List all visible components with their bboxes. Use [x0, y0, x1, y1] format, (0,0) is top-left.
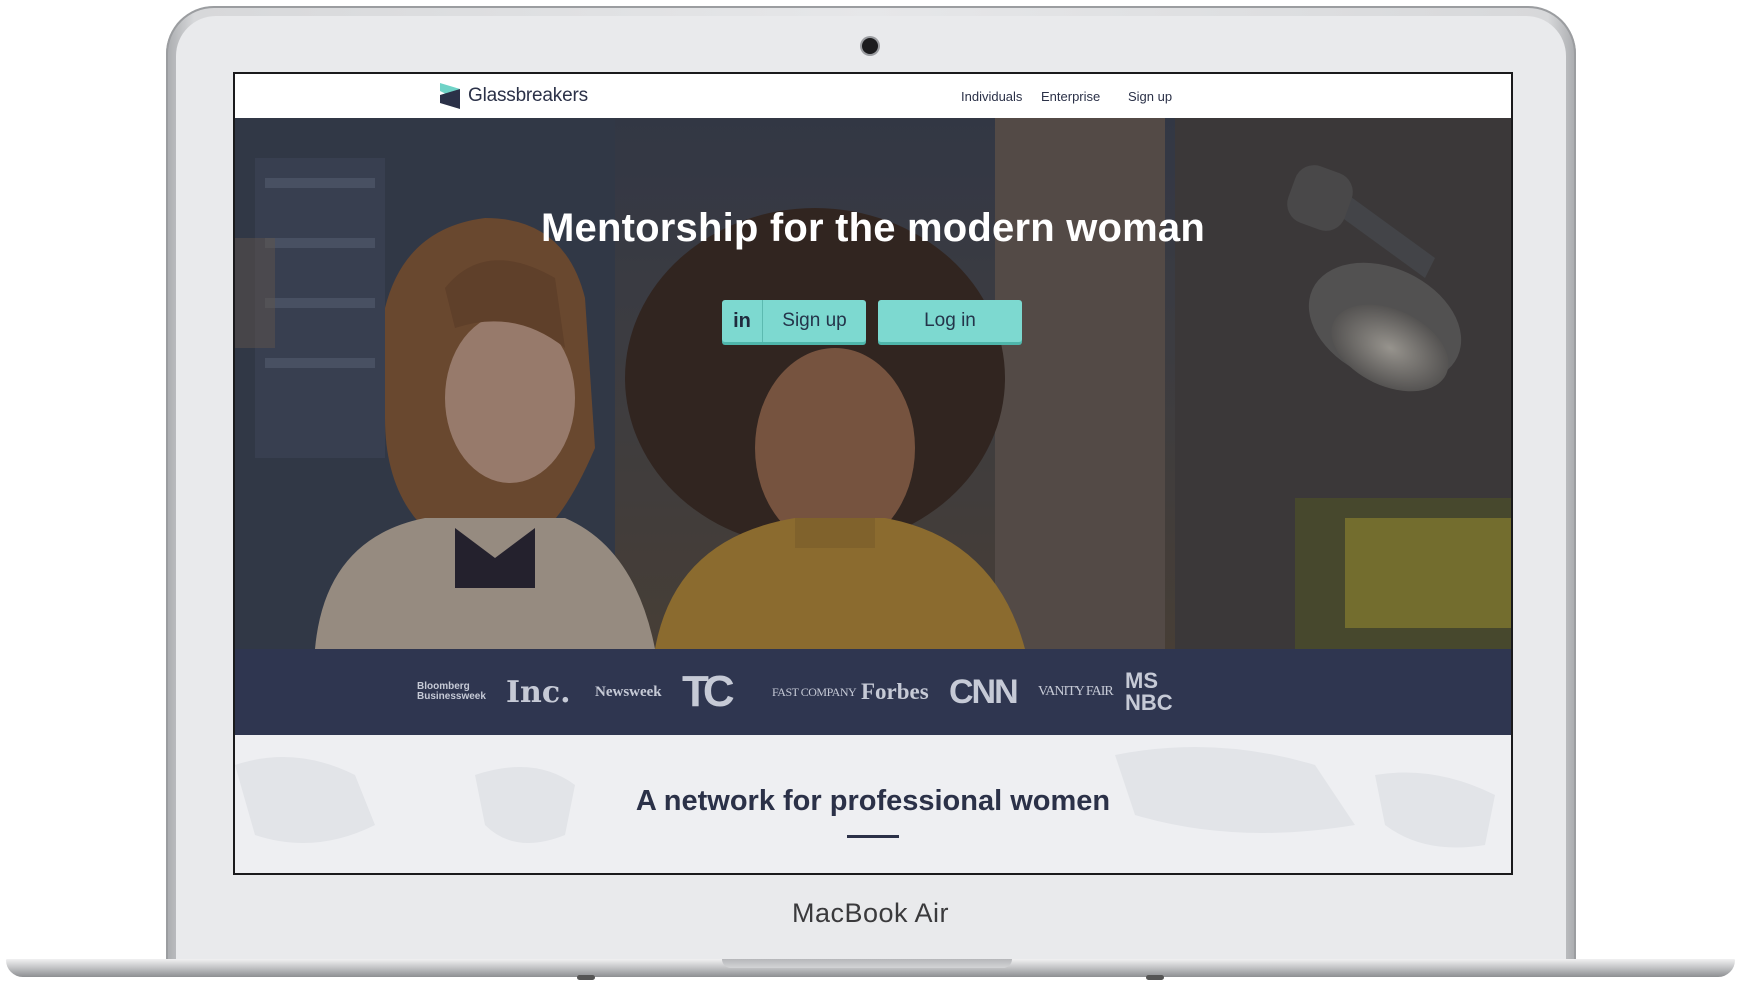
section-title: A network for professional women: [635, 785, 1111, 817]
logo-msnbc: MS NBC: [1125, 649, 1173, 735]
businessweek-line: Businessweek: [417, 691, 486, 702]
glassbreakers-logo-icon: [440, 83, 460, 109]
linkedin-icon: in: [722, 300, 763, 342]
linkedin-signup-button[interactable]: in Sign up: [722, 300, 866, 342]
logo-newsweek: Newsweek: [595, 683, 662, 700]
logo-cnn: CNN: [949, 672, 1019, 711]
laptop-notch: [722, 959, 1012, 968]
logo-fast-company: FAST COMPANY: [772, 684, 857, 699]
hero-headline: Mentorship for the modern woman: [541, 206, 1205, 250]
top-nav: Glassbreakers Individuals Enterprise Sig…: [235, 74, 1511, 118]
msnbc-line-2: NBC: [1125, 690, 1173, 715]
screen: Glassbreakers Individuals Enterprise Sig…: [233, 72, 1513, 875]
device-brand-label: MacBook Air: [791, 898, 950, 928]
laptop-foot: [1146, 975, 1164, 980]
laptop-foot: [577, 975, 595, 980]
hero-section: Mentorship for the modern woman in Sign …: [235, 118, 1511, 649]
nav-sign-up[interactable]: Sign up: [1128, 89, 1172, 104]
hero-overlay: [235, 118, 1511, 649]
logo-techcrunch: TC: [682, 667, 735, 716]
msnbc-line-1: MS: [1125, 668, 1158, 693]
press-logos-strip: Bloomberg Businessweek Inc. Newsweek TC …: [235, 649, 1511, 735]
title-underline: [847, 835, 899, 838]
logo-forbes: Forbes: [861, 679, 929, 704]
login-button-label: Log in: [924, 310, 976, 331]
signup-button-label: Sign up: [782, 310, 847, 331]
logo-inc: Inc.: [506, 674, 571, 710]
nav-enterprise[interactable]: Enterprise: [1041, 89, 1100, 104]
logo-bloomberg-businessweek: Bloomberg Businessweek: [417, 649, 486, 735]
network-section: A network for professional women: [235, 735, 1511, 873]
nav-individuals[interactable]: Individuals: [961, 89, 1022, 104]
logo-vanity-fair: VANITY FAIR: [1038, 684, 1114, 699]
logo-text: Glassbreakers: [468, 85, 588, 106]
camera-icon: [862, 38, 878, 54]
site-logo[interactable]: Glassbreakers: [438, 83, 588, 109]
login-button[interactable]: Log in: [878, 300, 1022, 342]
